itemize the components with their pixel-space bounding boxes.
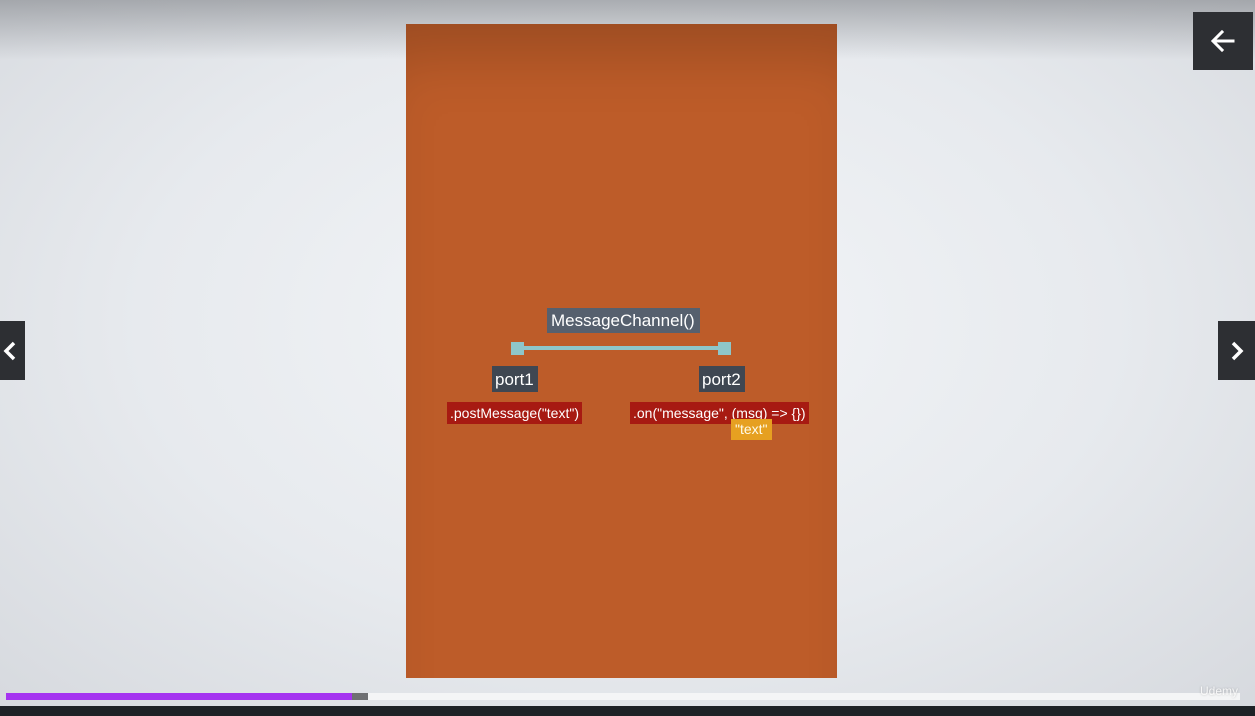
previous-button[interactable]: [0, 321, 25, 380]
on-message-code: .on("message", (msg) => {}): [630, 402, 809, 424]
port1-label: port1: [492, 366, 538, 392]
video-player: MessageChannel() port1 port2 .postMessag…: [0, 0, 1255, 716]
udemy-watermark: Udemy: [1200, 684, 1239, 698]
channel-connector-line: [515, 346, 727, 350]
port2-endpoint: [718, 342, 731, 355]
progress-bar[interactable]: [6, 693, 1240, 700]
arrow-left-icon: [1211, 30, 1235, 52]
text-message-badge: "text": [731, 419, 772, 440]
progress-played: [6, 693, 352, 700]
next-button[interactable]: [1218, 321, 1255, 380]
message-channel-label: MessageChannel(): [547, 308, 700, 333]
chevron-left-icon: [3, 341, 16, 361]
chevron-right-icon: [1231, 341, 1244, 361]
slide-canvas: MessageChannel() port1 port2 .postMessag…: [406, 24, 837, 678]
port1-endpoint: [511, 342, 524, 355]
port2-label: port2: [699, 366, 745, 392]
back-button[interactable]: [1193, 12, 1253, 70]
post-message-code: .postMessage("text"): [447, 402, 582, 424]
player-bottom-bar: [0, 706, 1255, 716]
